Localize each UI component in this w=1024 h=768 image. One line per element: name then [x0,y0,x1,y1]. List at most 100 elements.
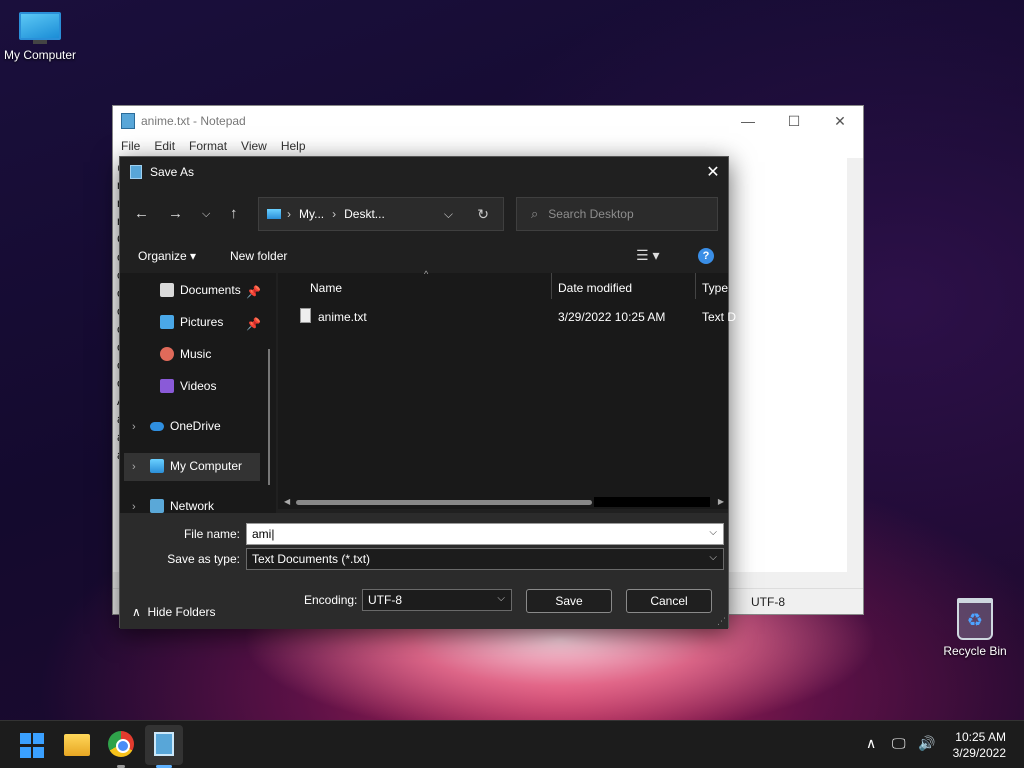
column-header-date-modified[interactable]: Date modified [558,281,632,295]
forward-arrow-icon[interactable]: → [168,205,183,222]
start-button[interactable] [20,733,46,759]
pictures-icon [160,315,174,329]
column-header-name[interactable]: Name [310,281,342,295]
file-list-pane: ^ Name Date modified Type anime.txt 3/29… [278,269,736,509]
nav-item-videos[interactable]: Videos [160,379,216,393]
volume-icon[interactable]: 🔊 [918,735,935,752]
save-as-dialog: Save As ✕ ← → ⌵ ↑ › My... › Deskt... ⌵ ↻… [119,156,736,629]
encoding-label: Encoding: [304,593,358,607]
nav-item-my-computer[interactable]: My Computer [150,459,242,473]
file-date: 3/29/2022 10:25 AM [558,310,666,324]
view-options-icon[interactable]: ☰ ▾ [636,247,659,264]
chevron-down-icon[interactable]: ⌵ [497,593,505,604]
desktop-icon-my-computer[interactable]: My Computer [0,12,80,62]
show-hidden-icons-chevron-icon[interactable]: ∧ [866,735,876,752]
column-divider[interactable] [551,273,552,299]
nav-item-documents[interactable]: Documents [160,283,241,297]
up-arrow-icon[interactable]: ↑ [230,205,238,222]
notepad-title: anime.txt - Notepad [141,114,246,128]
nav-label: Documents [180,283,241,297]
nav-label: Network [170,499,215,513]
notepad-vertical-scrollbar[interactable] [847,158,863,590]
text-file-icon [300,308,311,323]
back-arrow-icon[interactable]: ← [134,205,149,222]
music-icon [160,347,174,361]
save-as-type-label: Save as type: [167,552,240,566]
network-icon[interactable]: 🖵 [892,735,906,752]
expand-chevron-icon[interactable]: › [132,501,136,513]
nav-label: OneDrive [170,419,221,433]
scroll-right-arrow-icon[interactable]: ▶ [718,497,724,506]
minimize-button[interactable]: — [725,106,771,136]
cancel-button[interactable]: Cancel [626,589,712,613]
nav-item-network[interactable]: Network [150,499,214,513]
breadcrumb-desktop[interactable]: Deskt... [344,207,385,221]
file-explorer-icon[interactable] [64,734,90,756]
recycle-bin-icon: ♻ [957,598,993,640]
desktop-icon-recycle-bin[interactable]: ♻ Recycle Bin [935,598,1015,658]
address-bar[interactable]: › My... › Deskt... ⌵ ↻ [258,197,504,231]
search-box[interactable]: ⌕ Search Desktop [516,197,718,231]
pin-icon[interactable]: 📌 [246,317,261,331]
help-icon[interactable]: ? [698,248,714,264]
recent-locations-chevron-icon[interactable]: ⌵ [202,208,210,221]
search-icon: ⌕ [531,206,539,221]
chevron-up-icon: ∧ [132,605,141,619]
menu-format[interactable]: Format [189,139,227,153]
save-options-panel: File name: ami | ⌵ Save as type: Text Doc… [120,513,728,629]
nav-pane-scrollbar[interactable] [268,349,270,485]
nav-item-pictures[interactable]: Pictures [160,315,223,329]
sort-ascending-icon: ^ [424,269,429,279]
nav-item-music[interactable]: Music [160,347,211,361]
chevron-down-icon[interactable]: ⌵ [709,552,717,563]
save-button[interactable]: Save [526,589,612,613]
file-name: anime.txt [318,310,367,324]
organize-label: Organize [138,249,187,263]
encoding-select[interactable]: UTF-8 ⌵ [362,589,512,611]
desktop-icon-label: Recycle Bin [943,644,1007,658]
resize-grip-icon[interactable]: ⋰ [717,616,726,627]
cloud-icon [150,421,164,431]
new-folder-button[interactable]: New folder [230,249,287,263]
column-divider[interactable] [695,273,696,299]
save-as-type-select[interactable]: Text Documents (*.txt) ⌵ [246,548,724,570]
scroll-left-arrow-icon[interactable]: ◀ [284,497,290,506]
notepad-taskbar-icon[interactable] [154,732,174,756]
hide-folders-button[interactable]: ∧ Hide Folders [132,605,216,619]
nav-label: Pictures [180,315,224,329]
file-name-input[interactable]: ami | ⌵ [246,523,724,545]
pin-icon[interactable]: 📌 [246,285,261,299]
menu-file[interactable]: File [121,139,140,153]
network-icon [150,499,164,513]
close-button[interactable]: ✕ [817,106,863,136]
dialog-title: Save As [150,165,195,179]
search-placeholder: Search Desktop [548,207,634,221]
expand-chevron-icon[interactable]: › [132,461,136,473]
file-row[interactable]: anime.txt 3/29/2022 10:25 AM Text D [278,307,736,329]
hide-folders-label: Hide Folders [147,605,216,619]
chevron-down-icon[interactable]: ⌵ [444,207,453,222]
scrollbar-thumb[interactable] [296,500,592,505]
maximize-button[interactable]: ☐ [771,106,817,136]
expand-chevron-icon[interactable]: › [132,421,136,433]
system-clock[interactable]: 10:25 AM 3/29/2022 [953,729,1006,761]
documents-icon [160,283,174,297]
menu-help[interactable]: Help [281,139,306,153]
breadcrumb-separator-icon: › [332,207,337,221]
navigation-bar: ← → ⌵ ↑ › My... › Deskt... ⌵ ↻ ⌕ Search … [120,197,728,231]
menu-edit[interactable]: Edit [154,139,175,153]
dialog-toolbar: Organize ▾ New folder ☰ ▾ ? [120,245,728,269]
nav-label: Music [180,347,212,361]
refresh-icon[interactable]: ↻ [477,206,489,223]
dialog-close-button[interactable]: ✕ [698,157,728,187]
menu-view[interactable]: View [241,139,267,153]
taskbar: ∧ 🖵 🔊 10:25 AM 3/29/2022 [0,720,1024,768]
chrome-icon[interactable] [108,731,134,757]
column-header-type[interactable]: Type [702,281,728,295]
chevron-down-icon[interactable]: ⌵ [709,527,717,538]
nav-item-onedrive[interactable]: OneDrive [150,419,221,433]
nav-label: My Computer [170,459,243,473]
breadcrumb-my-computer[interactable]: My... [299,207,324,221]
organize-button[interactable]: Organize ▾ [138,249,196,263]
file-list-horizontal-scrollbar[interactable]: ◀ ▶ [284,497,724,507]
